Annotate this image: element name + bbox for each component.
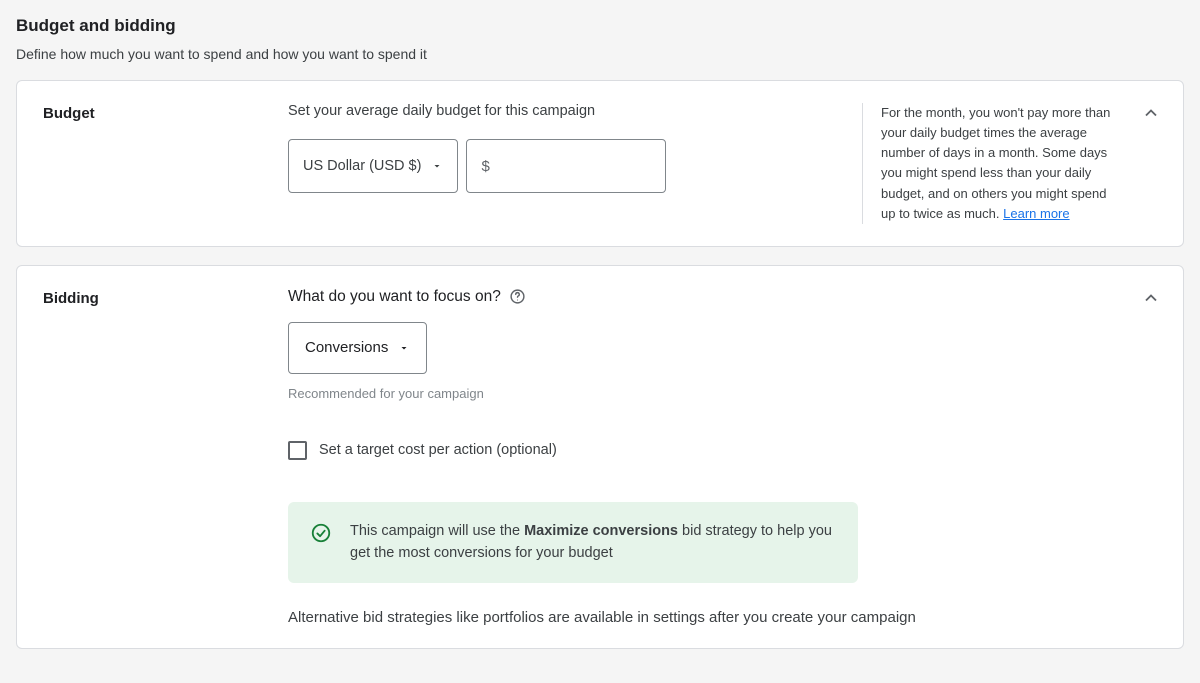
strategy-callout: This campaign will use the Maximize conv… bbox=[288, 502, 858, 583]
caret-down-icon bbox=[398, 342, 410, 354]
budget-section-label: Budget bbox=[43, 103, 288, 122]
target-cpa-checkbox[interactable] bbox=[288, 441, 307, 460]
check-circle-icon bbox=[310, 522, 332, 547]
alternative-strategies-note: Alternative bid strategies like portfoli… bbox=[288, 609, 1157, 626]
target-cpa-row: Set a target cost per action (optional) bbox=[288, 441, 1157, 460]
chevron-up-icon bbox=[1141, 103, 1161, 123]
budget-amount-field-wrapper: $ bbox=[466, 139, 666, 193]
currency-select-label: US Dollar (USD $) bbox=[303, 158, 421, 174]
bidding-section-label: Bidding bbox=[43, 288, 288, 307]
help-icon[interactable] bbox=[509, 288, 526, 305]
recommended-text: Recommended for your campaign bbox=[288, 386, 1157, 401]
collapse-bidding-button[interactable] bbox=[1137, 284, 1165, 312]
page-title: Budget and bidding bbox=[16, 16, 1184, 36]
caret-down-icon bbox=[431, 160, 443, 172]
learn-more-link[interactable]: Learn more bbox=[1003, 206, 1069, 221]
collapse-budget-button[interactable] bbox=[1137, 99, 1165, 127]
budget-instruction: Set your average daily budget for this c… bbox=[288, 103, 832, 119]
focus-select[interactable]: Conversions bbox=[288, 322, 427, 374]
budget-help-aside: For the month, you won't pay more than y… bbox=[862, 103, 1117, 224]
target-cpa-label: Set a target cost per action (optional) bbox=[319, 442, 557, 458]
chevron-up-icon bbox=[1141, 288, 1161, 308]
budget-amount-input[interactable] bbox=[498, 158, 652, 175]
focus-select-label: Conversions bbox=[305, 339, 388, 356]
focus-question-text: What do you want to focus on? bbox=[288, 288, 501, 306]
bidding-card: Bidding What do you want to focus on? Co… bbox=[16, 265, 1184, 649]
strategy-callout-text: This campaign will use the Maximize conv… bbox=[350, 520, 836, 565]
budget-help-text: For the month, you won't pay more than y… bbox=[881, 105, 1110, 221]
budget-card: Budget Set your average daily budget for… bbox=[16, 80, 1184, 247]
focus-question-row: What do you want to focus on? bbox=[288, 288, 1157, 306]
currency-prefix: $ bbox=[481, 158, 489, 175]
currency-select[interactable]: US Dollar (USD $) bbox=[288, 139, 458, 193]
page-subtitle: Define how much you want to spend and ho… bbox=[16, 46, 1184, 62]
